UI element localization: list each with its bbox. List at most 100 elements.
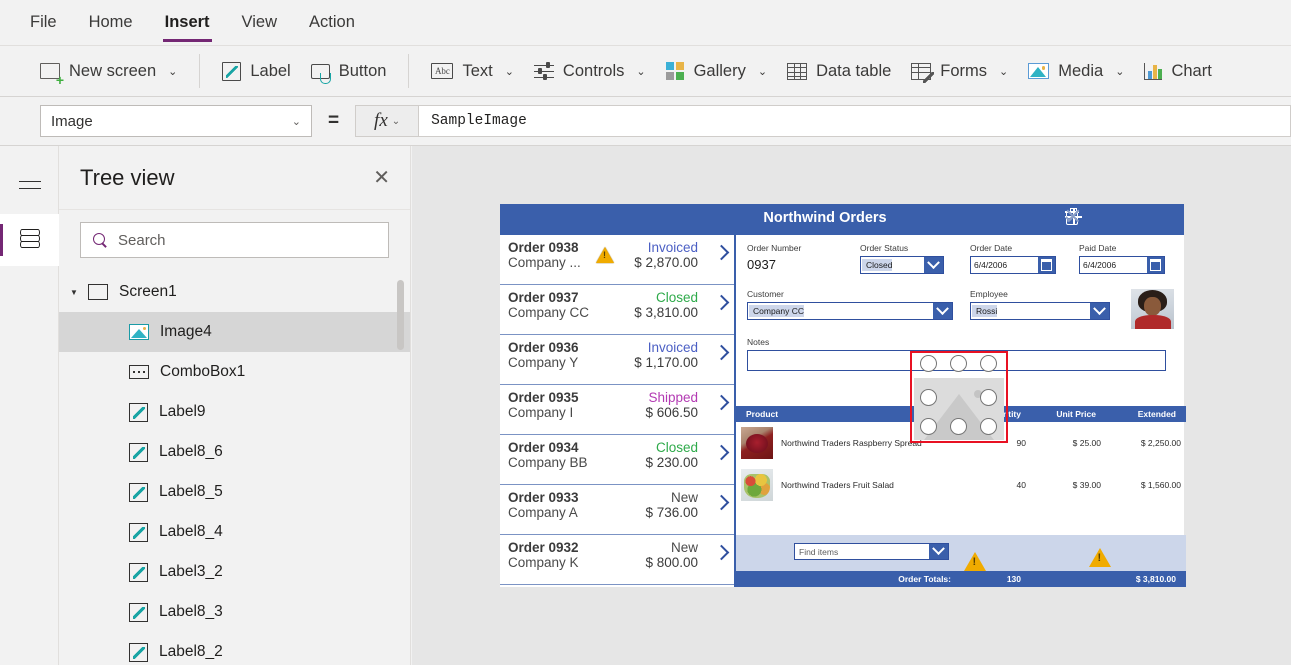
resize-handle-bottom-right[interactable]: [980, 418, 997, 435]
ribbon-controls-button[interactable]: Controls ⌄: [524, 57, 656, 86]
product-unit-price: $ 25.00: [1072, 438, 1101, 448]
product-extended: $ 2,250.00: [1140, 438, 1181, 448]
order-amount: $ 606.50: [645, 405, 698, 420]
resize-handle-middle-right[interactable]: [980, 389, 997, 406]
resize-handle-top-right[interactable]: [980, 355, 997, 372]
scrollbar-thumb[interactable]: [397, 280, 404, 350]
text-abc-icon: Abc: [431, 63, 454, 79]
forms-icon: [911, 62, 935, 83]
calendar-icon[interactable]: [1038, 257, 1055, 273]
tree-item-image4[interactable]: Image4: [59, 312, 410, 352]
ribbon-chart-button[interactable]: Chart: [1134, 57, 1221, 86]
caret-down-icon[interactable]: ▼: [70, 288, 88, 297]
order-totals-label: Order Totals:: [898, 574, 951, 584]
ribbon-gallery-button[interactable]: Gallery ⌄: [656, 57, 777, 86]
company-name: Company ...: [508, 255, 581, 270]
order-id: Order 0935: [508, 390, 579, 405]
tree-item-screen1[interactable]: ▼ Screen1: [59, 272, 410, 312]
menu-item-insert[interactable]: Insert: [162, 9, 212, 42]
paid-date-input[interactable]: 6/4/2006: [1079, 256, 1165, 274]
ribbon-new-screen-button[interactable]: New screen ⌄: [30, 57, 187, 87]
ribbon-divider: [199, 54, 201, 88]
fx-button[interactable]: fx ⌄: [355, 105, 420, 137]
gallery-row[interactable]: Order 0938 Invoiced Company ... $ 2,870.…: [500, 235, 734, 285]
resize-handle-middle-left[interactable]: [920, 389, 937, 406]
employee-avatar: [1131, 289, 1174, 329]
ribbon-controls-label: Controls: [562, 61, 625, 80]
employee-dropdown[interactable]: Rossi: [970, 302, 1110, 320]
find-items-combobox[interactable]: Find items: [794, 543, 949, 560]
order-id: Order 0934: [508, 440, 579, 455]
calendar-icon[interactable]: [1147, 257, 1164, 273]
chevron-down-icon: ⌄: [1115, 65, 1125, 78]
tree-item-label8-6[interactable]: Label8_6: [59, 432, 410, 472]
ribbon-data-table-button[interactable]: Data table: [777, 57, 901, 86]
ribbon-text-button[interactable]: Abc Text ⌄: [421, 57, 523, 86]
order-id: Order 0937: [508, 290, 579, 305]
label-icon: [129, 482, 148, 502]
gallery-row[interactable]: Order 0932 New Company K $ 800.00: [500, 535, 734, 585]
tree-item-label8-4[interactable]: Label8_4: [59, 512, 410, 552]
avatar-body: [1135, 315, 1171, 329]
ribbon-button-button[interactable]: Button: [301, 57, 397, 86]
close-icon[interactable]: ✕: [373, 168, 390, 188]
customer-dropdown[interactable]: Company CC: [747, 302, 953, 320]
chevron-down-icon[interactable]: [929, 544, 948, 559]
status-badge: Invoiced: [647, 340, 698, 355]
cancel-icon[interactable]: [1122, 209, 1138, 225]
tree-item-label8-2[interactable]: Label8_2: [59, 632, 410, 662]
menu-item-action[interactable]: Action: [307, 9, 357, 36]
gallery-row[interactable]: Order 0937 Closed Company CC $ 3,810.00: [500, 285, 734, 335]
chevron-down-icon[interactable]: [933, 303, 952, 319]
confirm-icon[interactable]: [1151, 209, 1168, 225]
equals-sign: =: [328, 110, 340, 131]
company-name: Company Y: [508, 355, 579, 370]
company-name: Company I: [508, 405, 574, 420]
order-amount: $ 800.00: [645, 555, 698, 570]
status-badge: Invoiced: [647, 240, 698, 255]
resize-handle-bottom-center[interactable]: [950, 418, 967, 435]
menu-item-view[interactable]: View: [240, 9, 279, 36]
field-order-status: Order Status Closed: [860, 243, 944, 274]
chevron-down-icon[interactable]: [924, 257, 943, 273]
order-status-dropdown[interactable]: Closed: [860, 256, 944, 274]
gallery-row[interactable]: Order 0936 Invoiced Company Y $ 1,170.00: [500, 335, 734, 385]
ribbon-forms-button[interactable]: Forms ⌄: [901, 57, 1018, 86]
ribbon-media-button[interactable]: Media ⌄: [1018, 57, 1134, 86]
menu-item-file[interactable]: File: [28, 9, 59, 36]
formula-input[interactable]: SampleImage: [419, 105, 1291, 137]
add-icon[interactable]: [1092, 208, 1109, 225]
gallery-row[interactable]: Order 0934 Closed Company BB $ 230.00: [500, 435, 734, 485]
tree-view-scrollbar[interactable]: [397, 272, 404, 662]
company-name: Company CC: [508, 305, 590, 320]
image-icon: [129, 324, 149, 340]
property-select[interactable]: Image ⌄: [40, 105, 312, 137]
search-input[interactable]: Search: [80, 222, 389, 258]
tree-item-label: Label9: [159, 403, 206, 420]
company-name: Company BB: [508, 455, 588, 470]
menu-item-home[interactable]: Home: [87, 9, 135, 36]
order-date-input[interactable]: 6/4/2006: [970, 256, 1056, 274]
chevron-down-icon: ⌄: [636, 65, 646, 78]
resize-handle-bottom-left[interactable]: [920, 418, 937, 435]
resize-handle-top-left[interactable]: [920, 355, 937, 372]
tree-item-combobox1[interactable]: ComboBox1: [59, 352, 410, 392]
ribbon-label-button[interactable]: Label: [212, 57, 300, 86]
resize-handle-top-center[interactable]: [950, 355, 967, 372]
tree-item-label9[interactable]: Label9: [59, 392, 410, 432]
gallery-row[interactable]: Order 0935 Shipped Company I $ 606.50: [500, 385, 734, 435]
tree-item-label8-3[interactable]: Label8_3: [59, 592, 410, 632]
chevron-down-icon[interactable]: [1090, 303, 1109, 319]
menu-bar: File Home Insert View Action: [0, 0, 1291, 45]
orders-gallery[interactable]: Order 0938 Invoiced Company ... $ 2,870.…: [500, 235, 734, 587]
tree-item-label3-2[interactable]: Label3_2: [59, 552, 410, 592]
ribbon-divider: [408, 54, 410, 88]
table-row[interactable]: Northwind Traders Fruit Salad 40 $ 39.00…: [736, 464, 1186, 506]
rail-item-tree-view[interactable]: [0, 214, 59, 266]
tree-item-label8-5[interactable]: Label8_5: [59, 472, 410, 512]
column-header-unit-price: Unit Price: [1056, 409, 1096, 419]
tree-item-label: Label8_6: [159, 443, 223, 460]
gallery-row[interactable]: Order 0933 New Company A $ 736.00: [500, 485, 734, 535]
hamburger-menu-icon[interactable]: [0, 165, 59, 207]
chevron-down-icon: ⌄: [291, 115, 301, 128]
